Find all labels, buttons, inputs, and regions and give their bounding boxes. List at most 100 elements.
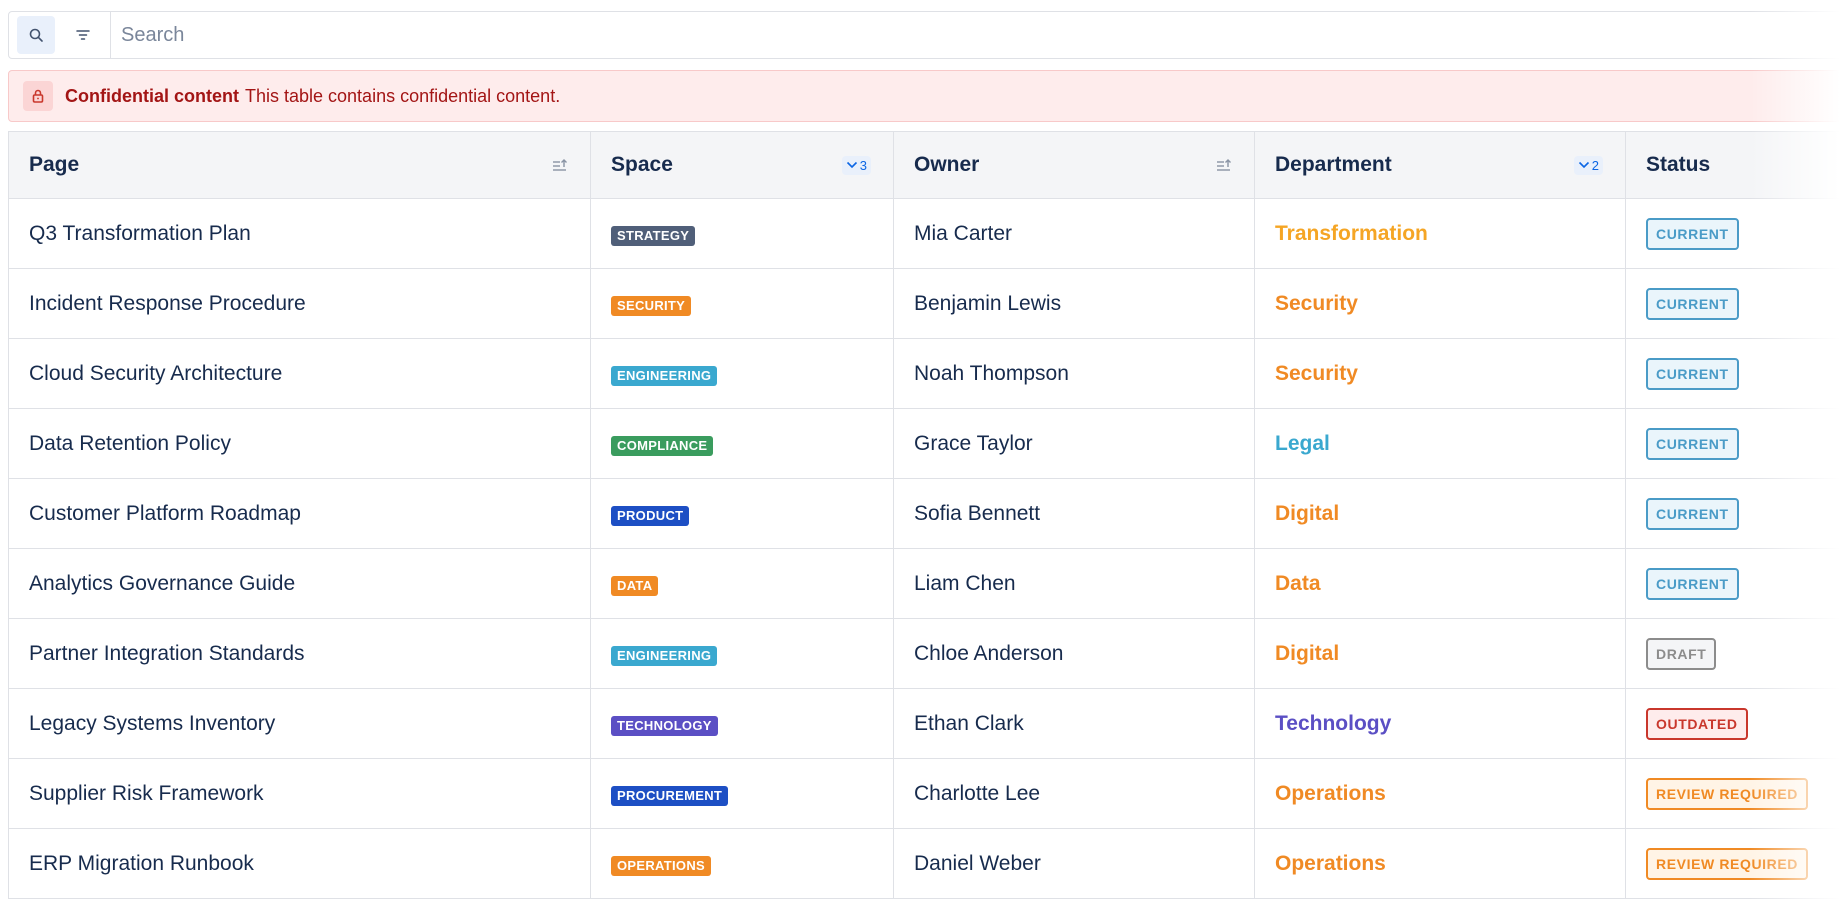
department-label: Technology [1275,711,1392,735]
cell-space: ENGINEERING [590,618,894,689]
sort-icon[interactable] [1216,158,1232,172]
space-lozenge[interactable]: PRODUCT [611,505,690,526]
column-header-space[interactable]: Space 3 [590,131,894,199]
column-header-owner[interactable]: Owner [893,131,1255,199]
cell-status: CURRENT [1625,268,1840,339]
owner-name: Noah Thompson [914,361,1069,385]
cell-space: OPERATIONS [590,828,894,899]
column-header-label: Space [611,153,673,176]
filter-count: 3 [859,157,867,173]
table-row[interactable]: Incident Response Procedure SECURITY Benja… [8,268,1840,339]
status-badge[interactable]: CURRENT [1646,497,1739,530]
space-lozenge[interactable]: PROCUREMENT [611,785,729,806]
column-header-department[interactable]: Department 2 [1254,131,1626,199]
column-header-page[interactable]: Page [8,131,591,199]
cell-page[interactable]: Analytics Governance Guide [8,548,591,619]
lock-icon-box [23,81,53,111]
cell-status: CURRENT [1625,478,1840,549]
space-lozenge[interactable]: COMPLIANCE [611,435,714,456]
status-badge[interactable]: CURRENT [1646,427,1739,460]
page-link[interactable]: Q3 Transformation Plan [29,222,251,245]
search-mode-button[interactable] [17,16,55,54]
table-row[interactable]: Partner Integration Standards ENGINEERING… [8,618,1840,689]
table-row[interactable]: ERP Migration Runbook OPERATIONS Daniel We… [8,828,1840,899]
page-link[interactable]: Customer Platform Roadmap [29,502,301,525]
search-icon [29,28,43,42]
status-badge[interactable]: CURRENT [1646,287,1739,320]
page-link[interactable]: ERP Migration Runbook [29,852,254,875]
space-lozenge[interactable]: ENGINEERING [611,365,718,386]
page-link[interactable]: Data Retention Policy [29,432,231,455]
space-lozenge[interactable]: STRATEGY [611,225,696,246]
cell-page[interactable]: Customer Platform Roadmap [8,478,591,549]
owner-name: Chloe Anderson [914,641,1064,665]
department-filter-chip[interactable]: 2 [1573,155,1603,175]
page-link[interactable]: Analytics Governance Guide [29,572,295,595]
table-row[interactable]: Cloud Security Architecture ENGINEERING No… [8,338,1840,409]
cell-owner: Sofia Bennett [893,478,1255,549]
cell-page[interactable]: Partner Integration Standards [8,618,591,689]
cell-status: CURRENT [1625,198,1840,269]
confidential-banner: Confidential content This table contains… [8,70,1840,122]
search-input[interactable] [111,12,1840,58]
table-row[interactable]: Data Retention Policy COMPLIANCE Grace Tay… [8,408,1840,479]
cell-page[interactable]: Supplier Risk Framework [8,758,591,829]
page-link[interactable]: Legacy Systems Inventory [29,712,275,735]
cell-page[interactable]: Q3 Transformation Plan [8,198,591,269]
status-badge[interactable]: CURRENT [1646,567,1739,600]
department-label: Operations [1275,781,1386,805]
cell-department: Technology [1254,688,1626,759]
cell-page[interactable]: ERP Migration Runbook [8,828,591,899]
cell-department: Legal [1254,408,1626,479]
cell-status: CURRENT [1625,338,1840,409]
space-lozenge[interactable]: DATA [611,575,659,596]
page-link[interactable]: Incident Response Procedure [29,292,306,315]
status-badge[interactable]: CURRENT [1646,217,1739,250]
table-row[interactable]: Customer Platform Roadmap PRODUCT Sofia Be… [8,478,1840,549]
space-lozenge[interactable]: SECURITY [611,295,692,316]
table-row[interactable]: Supplier Risk Framework PROCUREMENT Charlo… [8,758,1840,829]
lock-icon [32,89,44,103]
cell-status: REVIEW REQUIRED [1625,828,1840,899]
owner-name: Benjamin Lewis [914,291,1062,315]
page-link[interactable]: Cloud Security Architecture [29,362,282,385]
cell-space: PROCUREMENT [590,758,894,829]
cell-space: SECURITY [590,268,894,339]
cell-space: STRATEGY [590,198,894,269]
search-bar [8,11,1840,59]
cell-page[interactable]: Data Retention Policy [8,408,591,479]
owner-name: Daniel Weber [914,851,1041,875]
status-badge[interactable]: DRAFT [1646,637,1717,670]
page-link[interactable]: Partner Integration Standards [29,642,305,665]
cell-space: TECHNOLOGY [590,688,894,759]
column-header-status[interactable]: Status [1625,131,1840,199]
space-filter-chip[interactable]: 3 [841,155,871,175]
space-lozenge[interactable]: OPERATIONS [611,855,711,876]
cell-owner: Noah Thompson [893,338,1255,409]
status-badge[interactable]: REVIEW REQUIRED [1646,847,1809,880]
page-link[interactable]: Supplier Risk Framework [29,782,264,805]
table-row[interactable]: Q3 Transformation Plan STRATEGY Mia Carter… [8,198,1840,269]
status-badge[interactable]: REVIEW REQUIRED [1646,777,1809,810]
department-label: Transformation [1275,221,1428,245]
filter-mode-button[interactable] [65,16,103,54]
cell-space: PRODUCT [590,478,894,549]
space-lozenge[interactable]: ENGINEERING [611,645,718,666]
filter-icon [76,30,90,40]
sort-icon[interactable] [552,158,568,172]
cell-owner: Ethan Clark [893,688,1255,759]
cell-page[interactable]: Legacy Systems Inventory [8,688,591,759]
table-row[interactable]: Analytics Governance Guide DATA Liam Chen D… [8,548,1840,619]
column-header-label: Page [29,153,80,176]
department-label: Legal [1275,431,1330,455]
space-lozenge[interactable]: TECHNOLOGY [611,715,718,736]
cell-department: Data [1254,548,1626,619]
cell-department: Operations [1254,758,1626,829]
status-badge[interactable]: CURRENT [1646,357,1739,390]
cell-page[interactable]: Incident Response Procedure [8,268,591,339]
cell-department: Security [1254,268,1626,339]
status-badge[interactable]: OUTDATED [1646,707,1748,740]
cell-page[interactable]: Cloud Security Architecture [8,338,591,409]
table-row[interactable]: Legacy Systems Inventory TECHNOLOGY Ethan … [8,688,1840,759]
table-header-row: Page Space 3 Owner Department 2 Status [8,131,1840,199]
